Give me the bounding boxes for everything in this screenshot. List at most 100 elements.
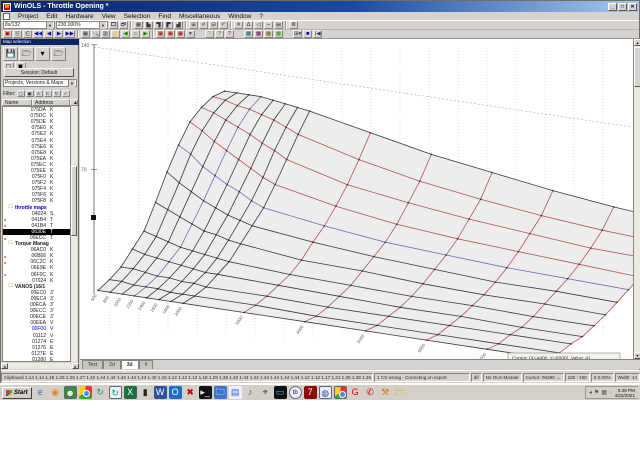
word-icon[interactable]: W <box>153 386 167 399</box>
menu-item-project[interactable]: Project <box>14 13 42 20</box>
view-dropdown-icon[interactable]: ▾ <box>185 30 195 38</box>
menu-item-window[interactable]: Window <box>224 13 255 20</box>
properties-icon[interactable]: ≣ <box>289 21 298 29</box>
tv-icon[interactable]: ▭ <box>273 386 287 399</box>
forward-icon[interactable]: ▶ <box>140 30 150 38</box>
sort-icon[interactable]: ▲ <box>70 99 78 106</box>
chrome-icon[interactable] <box>78 386 92 399</box>
map-pack2-icon[interactable]: ▩ <box>253 30 263 38</box>
view-3d-icon[interactable]: ▦ <box>175 30 185 38</box>
view-2d-icon[interactable]: ▦ <box>165 30 175 38</box>
ie-icon[interactable]: e <box>34 386 47 399</box>
filter-button[interactable]: ▢ <box>16 90 25 97</box>
red-x-icon[interactable]: ✖ <box>184 386 197 399</box>
tab-2d[interactable]: 2d <box>103 360 121 369</box>
row-top-icon[interactable]: ▛ <box>164 21 173 29</box>
title-bar[interactable]: W WinOLS - Throttle Opening * _ □ ✕ <box>1 1 639 12</box>
last-map-icon[interactable]: ▶▶ <box>64 30 75 38</box>
collapse-icon[interactable]: |◀ <box>313 30 323 38</box>
map-pack3-icon[interactable]: ▩ <box>263 30 273 38</box>
sidebar-horizontal-scrollbar[interactable]: ◂ ▸ <box>1 363 79 369</box>
scroll-up-icon[interactable]: ▴ <box>634 39 640 46</box>
tray-icon[interactable]: ◂ <box>589 389 592 396</box>
tray-icon[interactable]: ▦ <box>601 389 607 396</box>
menu-item-miscellaneous[interactable]: Miscellaneous <box>175 13 224 20</box>
window-list-icon[interactable]: ⊞▾ <box>292 30 303 38</box>
filter-button[interactable]: C <box>43 90 52 97</box>
firefox-icon[interactable]: ◍ <box>318 386 332 399</box>
map-green-icon[interactable]: ▩ <box>273 30 283 38</box>
sync-boxed-icon[interactable]: ↻ <box>108 386 122 399</box>
menu-item-view[interactable]: View <box>98 13 120 20</box>
grid-view-icon[interactable]: ▦ <box>134 21 143 29</box>
menu-item-selection[interactable]: Selection <box>120 13 155 20</box>
start-button[interactable]: Start <box>2 386 32 399</box>
minimize-button[interactable]: _ <box>608 2 617 11</box>
filter-button[interactable]: ↻ <box>52 90 61 97</box>
connect-icon[interactable]: ⚡ <box>110 30 120 38</box>
help-green-icon[interactable]: ? <box>214 30 224 38</box>
map-pack-icon[interactable]: ▩ <box>243 30 253 38</box>
menu-item-[interactable]: ? <box>255 13 267 20</box>
tray-icon[interactable]: ⚑ <box>594 389 599 396</box>
save-icon[interactable]: 💾 <box>3 47 18 61</box>
sync-icon[interactable]: ↻ <box>94 386 107 399</box>
filter-button[interactable]: A <box>34 90 43 97</box>
import-icon[interactable]: 🗁 <box>51 47 66 61</box>
filter-button[interactable]: ✓ <box>61 90 70 97</box>
first-map-icon[interactable]: ◀◀ <box>33 30 44 38</box>
scope-combo[interactable]: Projects, Versions & Maps ▼ <box>3 79 77 87</box>
project-icon[interactable]: ▣ <box>3 30 12 38</box>
tab-hex[interactable]: # <box>138 360 154 369</box>
list-icon[interactable]: ▤ <box>274 21 283 29</box>
wrench-icon[interactable]: ⚒ <box>379 386 392 399</box>
chrome2-icon[interactable] <box>333 386 347 399</box>
mdi-child-icon[interactable] <box>3 12 10 20</box>
maximize-button[interactable]: □ <box>618 2 627 11</box>
home-icon[interactable]: ⌂ <box>130 30 140 38</box>
zoom-combo[interactable]: 230.000% ▼ <box>56 21 108 29</box>
menu-item-hardware[interactable]: Hardware <box>61 13 97 20</box>
paste-icon[interactable]: ⎗ <box>23 30 32 38</box>
7zip-icon[interactable]: 7 <box>303 386 317 399</box>
sidebar-vertical-scrollbar[interactable] <box>70 106 77 362</box>
media-player-icon[interactable]: ◉ <box>49 386 62 399</box>
scrollbar-thumb[interactable] <box>634 47 640 87</box>
row-bottom-icon[interactable]: ▟ <box>174 21 183 29</box>
scroll-left-icon[interactable]: ◂ <box>1 363 8 369</box>
scroll-down-icon[interactable]: ▾ <box>634 352 640 359</box>
map-row[interactable]: 01280 E <box>3 357 70 361</box>
column-left-icon[interactable]: ▙ <box>144 21 153 29</box>
back-icon[interactable]: ◀ <box>120 30 130 38</box>
help-yellow-icon[interactable]: ? <box>204 30 214 38</box>
stop-icon[interactable]: ■ <box>303 30 313 38</box>
binoculars-icon[interactable]: ⌖ <box>259 386 272 399</box>
close-button[interactable]: ✕ <box>628 2 637 11</box>
map-table-icon[interactable]: ▦ <box>80 30 90 38</box>
undo-icon[interactable]: ↶ <box>219 21 228 29</box>
tray-icon[interactable]: ◌ <box>609 390 613 396</box>
table-icon[interactable]: ▥ <box>100 30 110 38</box>
console-icon[interactable]: ▸_ <box>198 386 212 399</box>
help-red-icon[interactable]: ? <box>224 30 234 38</box>
explorer-icon[interactable]: 🗀 <box>213 386 227 399</box>
tab-3d[interactable]: 3d <box>120 360 139 369</box>
value-format-combo[interactable]: 8x/132 ▼ <box>3 21 55 29</box>
book-icon[interactable]: ▮ <box>139 386 152 399</box>
search-icon[interactable]: 🔍 <box>90 30 100 38</box>
menu-item-find[interactable]: Find <box>154 13 175 20</box>
column-name[interactable]: Name <box>2 99 32 106</box>
session-button[interactable]: Session: Default <box>4 68 74 77</box>
tile-windows-icon[interactable]: 🗗 <box>119 21 128 29</box>
scrollbar-thumb[interactable] <box>71 166 77 236</box>
music-icon[interactable]: ♪ <box>244 386 257 399</box>
hex-view-icon[interactable]: # <box>199 21 208 29</box>
notepad-icon[interactable]: ▤ <box>228 386 242 399</box>
tb-icon[interactable]: tb <box>288 386 302 399</box>
tab-text[interactable]: Text <box>82 360 104 369</box>
remove-cells-icon[interactable]: ⊟ <box>209 21 218 29</box>
insert-cells-icon[interactable]: ⊞ <box>189 21 198 29</box>
signature-icon[interactable]: ⌁ <box>264 21 273 29</box>
column-right-icon[interactable]: ▜ <box>154 21 163 29</box>
previous-icon[interactable]: ◁ <box>254 21 263 29</box>
